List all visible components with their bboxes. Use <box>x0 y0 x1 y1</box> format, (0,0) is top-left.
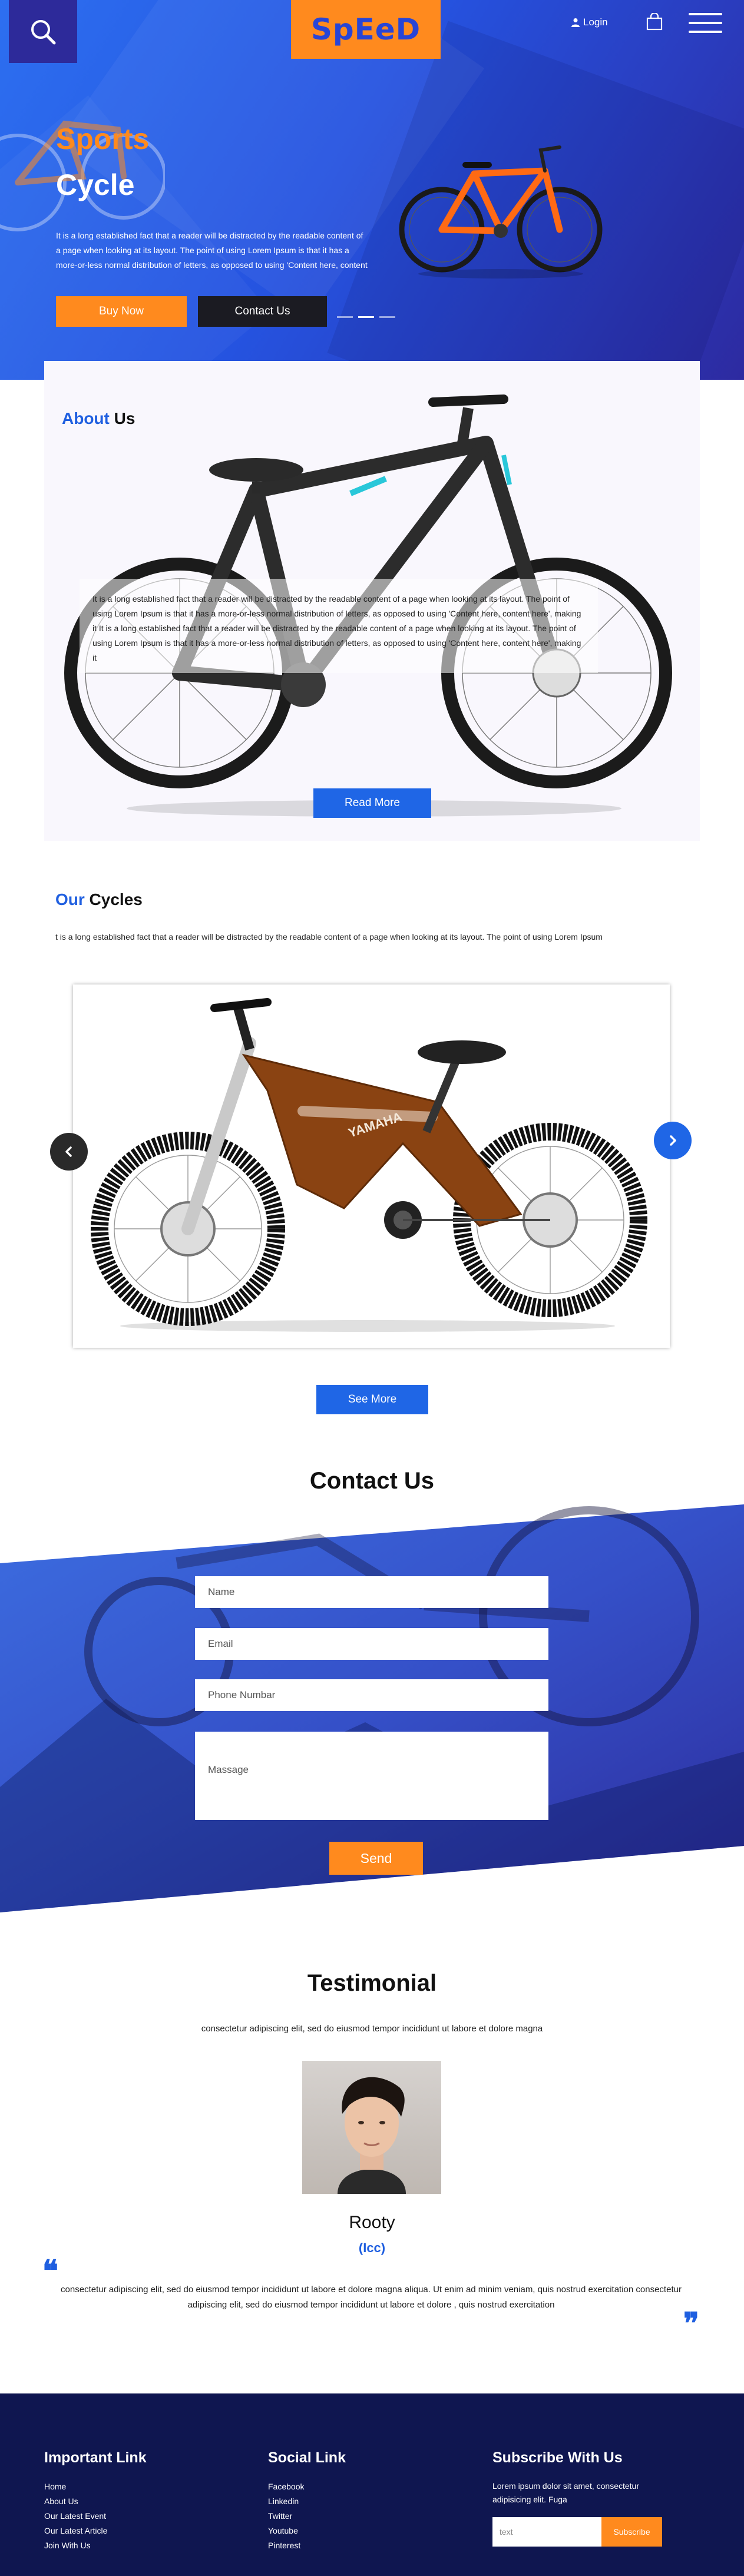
slider-dot-active[interactable] <box>358 316 374 318</box>
footer: Important Link Home About Us Our Latest … <box>0 2393 744 2576</box>
contact-us-button[interactable]: Contact Us <box>198 296 327 327</box>
chevron-right-icon <box>670 1135 676 1146</box>
slider-dot[interactable] <box>379 316 395 318</box>
cycle-slider-card[interactable]: YAMAHA <box>73 984 670 1348</box>
subscribe-button[interactable]: Subscribe <box>601 2517 662 2547</box>
hero-description: It is a long established fact that a rea… <box>56 231 368 270</box>
footer-subscribe-text: Lorem ipsum dolor sit amet, consectetur … <box>492 2481 639 2504</box>
testimonial-name: Rooty <box>349 2213 395 2232</box>
footer-social-links: Social Link Facebook Linkedin Twitter Yo… <box>268 2449 346 2553</box>
slider-dot[interactable] <box>337 316 353 318</box>
footer-link-pinterest[interactable]: Pinterest <box>268 2538 346 2553</box>
see-more-button[interactable]: See More <box>316 1385 428 1414</box>
footer-social-heading: Social Link <box>268 2449 346 2466</box>
footer-subscribe-heading: Subscribe With Us <box>492 2449 623 2466</box>
search-button[interactable] <box>9 0 77 63</box>
footer-link-join[interactable]: Join With Us <box>44 2538 147 2553</box>
contact-title: Contact Us <box>309 1468 435 1494</box>
about-title-rest: Us <box>109 409 135 427</box>
about-text: It is a long established fact that a rea… <box>92 594 581 662</box>
login-link[interactable]: Login <box>571 16 608 28</box>
footer-link-home[interactable]: Home <box>44 2479 147 2494</box>
about-section: About Us It is a long established fact t… <box>44 361 700 841</box>
testimonial-text: consectetur adipiscing elit, sed do eius… <box>61 2285 682 2310</box>
footer-link-twitter[interactable]: Twitter <box>268 2509 346 2524</box>
login-label: Login <box>583 16 608 28</box>
menu-line <box>689 13 722 15</box>
shopping-bag-icon <box>646 12 663 31</box>
footer-link-about[interactable]: About Us <box>44 2494 147 2509</box>
cart-button[interactable] <box>646 12 663 34</box>
cycles-title-accent: Our <box>55 890 85 909</box>
footer-link-youtube[interactable]: Youtube <box>268 2524 346 2538</box>
cycles-title-rest: Cycles <box>84 890 143 909</box>
user-icon <box>571 18 580 27</box>
read-more-button[interactable]: Read More <box>313 788 431 818</box>
quote-open-icon: ❝ <box>42 2253 58 2288</box>
hero-bike-image <box>399 145 603 279</box>
footer-link-linkedin[interactable]: Linkedin <box>268 2494 346 2509</box>
hero-title: Cycle <box>56 168 135 201</box>
subscribe-form: text Subscribe <box>492 2517 662 2547</box>
testimonial-title: Testimonial <box>307 1970 437 1996</box>
contact-phone-input[interactable]: Phone Numbar <box>195 1679 548 1711</box>
footer-link-latest-event[interactable]: Our Latest Event <box>44 2509 147 2524</box>
contact-message-textarea[interactable]: Massage <box>195 1732 548 1820</box>
footer-link-latest-article[interactable]: Our Latest Article <box>44 2524 147 2538</box>
menu-line <box>689 31 722 33</box>
mountain-bike-image: YAMAHA <box>91 998 647 1332</box>
cycles-description: t is a long established fact that a read… <box>55 932 603 941</box>
person-portrait-image <box>338 2077 406 2194</box>
about-title-accent: About <box>62 409 110 427</box>
slider-prev-button[interactable] <box>50 1133 88 1171</box>
cycles-title: Our Cycles <box>55 890 143 909</box>
footer-important-links: Important Link Home About Us Our Latest … <box>44 2449 147 2553</box>
about-text-panel: It is a long established fact that a rea… <box>80 579 598 673</box>
footer-link-facebook[interactable]: Facebook <box>268 2479 346 2494</box>
hero-slider-dots <box>337 316 395 318</box>
buy-now-button[interactable]: Buy Now <box>56 296 187 327</box>
testimonial-avatar <box>302 2061 441 2194</box>
hero-title-accent: Sports <box>56 122 150 155</box>
hamburger-menu-button[interactable] <box>689 13 722 33</box>
chevron-left-icon <box>65 1146 72 1157</box>
testimonial-subtitle: consectetur adipiscing elit, sed do eius… <box>201 2024 543 2034</box>
hero-section: SpEeD Login Sports Cycle It is a long es… <box>0 0 744 380</box>
footer-subscribe: Subscribe With Us Lorem ipsum dolor sit … <box>492 2449 669 2507</box>
logo-text: SpEeD <box>310 12 421 47</box>
footer-important-heading: Important Link <box>44 2449 147 2466</box>
quote-close-icon: ❞ <box>683 2306 699 2340</box>
contact-name-input[interactable]: Name <box>195 1576 548 1608</box>
menu-line <box>689 22 722 24</box>
contact-email-input[interactable]: Email <box>195 1628 548 1660</box>
subscribe-input[interactable]: text <box>492 2517 601 2547</box>
send-button[interactable]: Send <box>329 1842 423 1875</box>
logo[interactable]: SpEeD <box>291 0 441 59</box>
about-title: About Us <box>62 409 135 428</box>
testimonial-role: (Icc) <box>358 2240 386 2255</box>
search-icon <box>31 19 56 44</box>
slider-next-button[interactable] <box>654 1122 692 1159</box>
